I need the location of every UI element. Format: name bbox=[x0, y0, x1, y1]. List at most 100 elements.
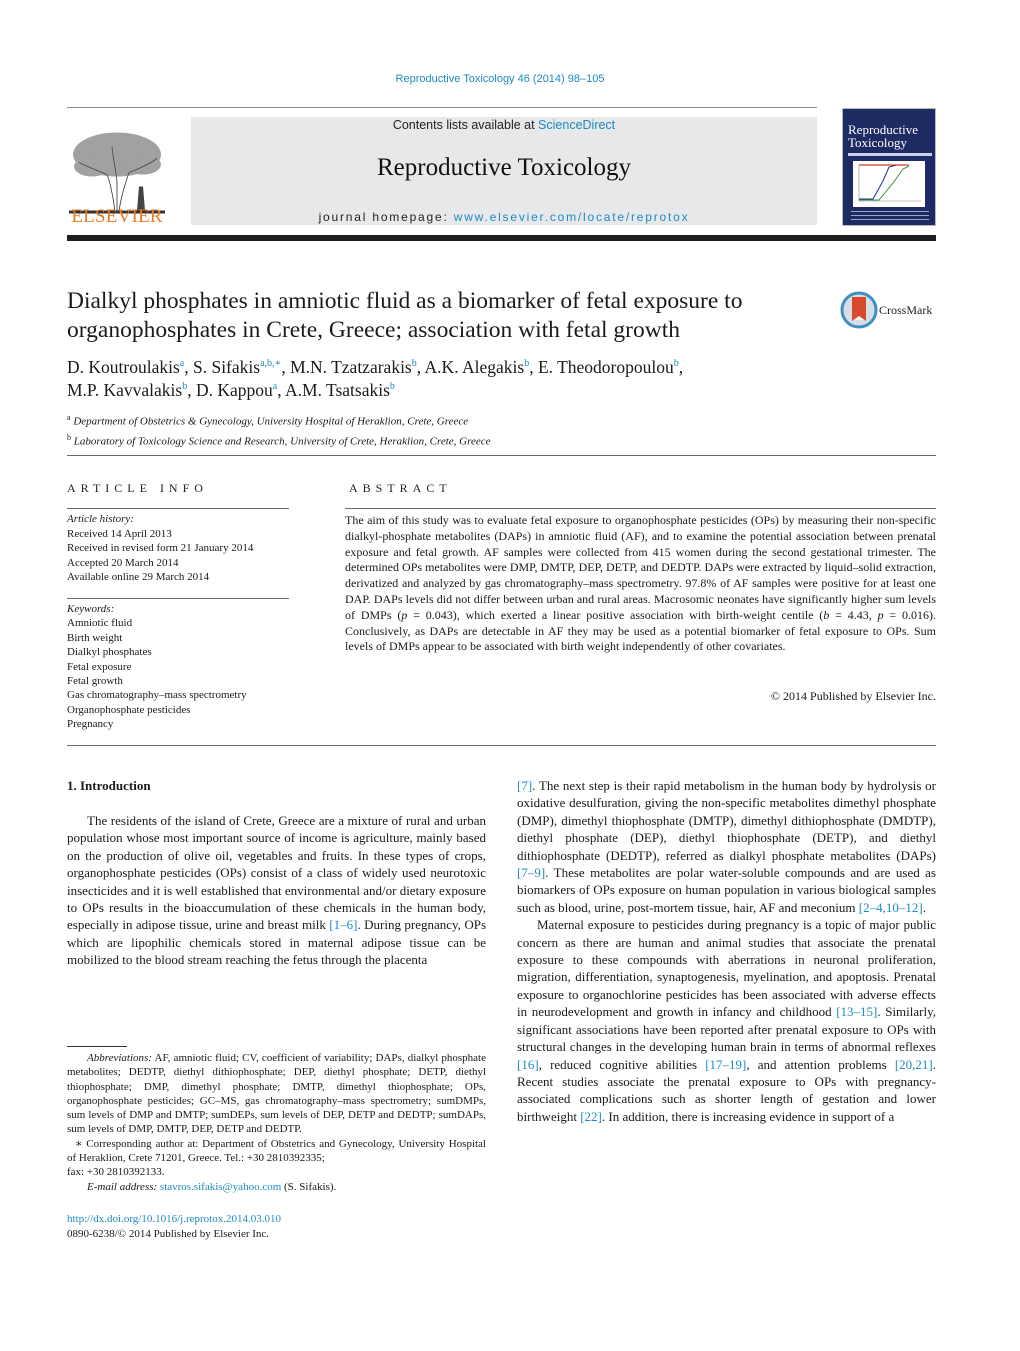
history-item: Accepted 20 March 2014 bbox=[67, 556, 179, 569]
journal-homepage-link[interactable]: www.elsevier.com/locate/reprotox bbox=[454, 210, 690, 224]
article-info-heading: ARTICLE INFO bbox=[67, 481, 208, 495]
abstract-segment: = 0.043), which exerted a linear positiv… bbox=[407, 607, 824, 622]
keyword: Fetal exposure bbox=[67, 660, 132, 673]
keyword: Fetal growth bbox=[67, 675, 123, 688]
email-link[interactable]: stavros.sifakis@yahoo.com bbox=[160, 1181, 281, 1193]
section-heading-introduction: 1. Introduction bbox=[67, 778, 151, 793]
article-info-rule bbox=[67, 508, 289, 509]
keyword: Amniotic fluid bbox=[67, 617, 133, 630]
author-affiliation-marker[interactable]: a bbox=[180, 358, 184, 369]
keywords-rule bbox=[67, 598, 289, 599]
author[interactable]: S. Sifakis bbox=[193, 357, 260, 377]
author-affiliation-marker[interactable]: b bbox=[674, 358, 679, 369]
author-affiliation-marker[interactable]: b bbox=[524, 358, 529, 369]
affiliation-key: a bbox=[67, 413, 71, 422]
section-rule bbox=[67, 745, 936, 746]
affiliation-key: b bbox=[67, 432, 71, 442]
author[interactable]: D. Koutroulakis bbox=[67, 357, 180, 377]
citation-link[interactable]: [7–9] bbox=[517, 865, 545, 880]
affiliations: a Department of Obstetrics & Gynecology,… bbox=[67, 410, 947, 449]
abstract-rule bbox=[345, 508, 936, 509]
corresponding-author-footnote: ∗ Corresponding author at: Department of… bbox=[67, 1137, 486, 1165]
author[interactable]: A.K. Alegakis bbox=[425, 357, 525, 377]
text-segment: . bbox=[922, 899, 926, 915]
paragraph: Maternal exposure to pesticides during p… bbox=[517, 916, 936, 1125]
text-segment: . In addition, there is increasing evide… bbox=[601, 1108, 895, 1124]
journal-cover-thumbnail[interactable]: Reproductive Toxicology bbox=[842, 108, 936, 226]
fax-line: fax: +30 2810392133. bbox=[67, 1166, 165, 1179]
header-rule bbox=[67, 107, 817, 108]
homepage-line: journal homepage: www.elsevier.com/locat… bbox=[191, 210, 817, 224]
sciencedirect-link[interactable]: ScienceDirect bbox=[538, 118, 615, 132]
article-history: Article history: Received 14 April 2013 … bbox=[67, 512, 297, 585]
doi-block: http://dx.doi.org/10.1016/j.reprotox.201… bbox=[67, 1212, 281, 1241]
paragraph: The residents of the island of Crete, Gr… bbox=[67, 812, 486, 969]
email-line: E-mail address: stavros.sifakis@yahoo.co… bbox=[67, 1180, 486, 1194]
contents-line: Contents lists available at ScienceDirec… bbox=[191, 118, 817, 132]
author-affiliation-marker[interactable]: a,b,∗ bbox=[260, 358, 281, 369]
citation-link[interactable]: [7] bbox=[517, 778, 532, 793]
cover-title-line2: Toxicology bbox=[848, 135, 908, 150]
keyword: Organophosphate pesticides bbox=[67, 703, 191, 716]
author[interactable]: D. Kappou bbox=[196, 380, 273, 400]
text-segment: , reduced cognitive abilities bbox=[538, 1056, 706, 1072]
citation-link[interactable]: [17–19] bbox=[705, 1057, 746, 1072]
abstract-segment: = 4.43, bbox=[829, 607, 878, 622]
author[interactable]: E. Theodoropoulou bbox=[538, 357, 674, 377]
text-segment: The residents of the island of Crete, Gr… bbox=[67, 813, 486, 933]
affiliation-text: Department of Obstetrics & Gynecology, U… bbox=[73, 415, 469, 428]
body-column-right: [7]. The next step is their rapid metabo… bbox=[517, 777, 936, 1125]
abbreviations-footnote: Abbreviations: AF, amniotic fluid; CV, c… bbox=[67, 1051, 486, 1137]
author-affiliation-marker[interactable]: b bbox=[412, 358, 417, 369]
issn-line: 0890-6238/© 2014 Published by Elsevier I… bbox=[67, 1227, 270, 1240]
affiliation-text: Laboratory of Toxicology Science and Res… bbox=[73, 435, 491, 448]
cover-subtitle-bar bbox=[848, 153, 932, 156]
homepage-prefix: journal homepage: bbox=[318, 210, 454, 224]
journal-title: Reproductive Toxicology bbox=[377, 154, 631, 181]
footnote-rule bbox=[67, 1046, 127, 1047]
citation-link[interactable]: [2–4,10–12] bbox=[859, 900, 923, 915]
history-item: Available online 29 March 2014 bbox=[67, 571, 210, 583]
journal-citation-link[interactable]: Reproductive Toxicology 46 (2014) 98–105 bbox=[0, 73, 1000, 85]
abstract-copyright: © 2014 Published by Elsevier Inc. bbox=[770, 689, 936, 703]
text-segment: . The next step is their rapid metabolis… bbox=[517, 778, 936, 863]
author[interactable]: M.N. Tzatzarakis bbox=[290, 357, 412, 377]
header-thick-rule bbox=[67, 235, 936, 241]
keyword: Birth weight bbox=[67, 631, 123, 644]
contents-prefix: Contents lists available at bbox=[392, 118, 539, 132]
abstract-segment: The aim of this study was to evaluate fe… bbox=[345, 513, 936, 622]
keyword: Gas chromatography–mass spectrometry bbox=[67, 689, 247, 702]
doi-link[interactable]: http://dx.doi.org/10.1016/j.reprotox.201… bbox=[67, 1213, 281, 1225]
history-label: Article history: bbox=[67, 513, 134, 525]
citation-link[interactable]: [20,21] bbox=[895, 1057, 933, 1072]
keywords: Keywords: Amniotic fluid Birth weight Di… bbox=[67, 602, 307, 732]
abstract-text: The aim of this study was to evaluate fe… bbox=[345, 513, 936, 655]
cover-footer-lines bbox=[851, 211, 929, 212]
affiliation-b: b Laboratory of Toxicology Science and R… bbox=[67, 430, 947, 450]
abbreviations-text: AF, amniotic fluid; CV, coefficient of v… bbox=[67, 1052, 486, 1136]
text-segment: , and attention problems bbox=[746, 1056, 895, 1072]
author-affiliation-marker[interactable]: b bbox=[182, 381, 187, 392]
keywords-label: Keywords: bbox=[67, 603, 115, 615]
author[interactable]: A.M. Tsatsakis bbox=[285, 380, 390, 400]
author-affiliation-marker[interactable]: a bbox=[273, 381, 277, 392]
body-column-left: The residents of the island of Crete, Gr… bbox=[67, 812, 486, 969]
citation-link[interactable]: [16] bbox=[517, 1057, 539, 1072]
email-suffix: (S. Sifakis). bbox=[281, 1180, 337, 1193]
citation-link[interactable]: [22] bbox=[580, 1109, 602, 1124]
keyword: Pregnancy bbox=[67, 718, 114, 731]
paragraph: [7]. The next step is their rapid metabo… bbox=[517, 777, 936, 916]
keyword: Dialkyl phosphates bbox=[67, 646, 152, 659]
section-rule bbox=[67, 455, 936, 456]
crossmark-label[interactable]: CrossMark bbox=[879, 303, 932, 318]
author[interactable]: M.P. Kavvalakis bbox=[67, 380, 182, 400]
cover-chart-icon bbox=[853, 161, 925, 207]
cover-title: Reproductive Toxicology bbox=[848, 123, 918, 149]
citation-link[interactable]: [1–6] bbox=[329, 917, 357, 932]
abbreviations-label: Abbreviations: bbox=[87, 1052, 152, 1064]
elsevier-wordmark[interactable]: ELSEVIER bbox=[67, 206, 167, 228]
affiliation-a: a Department of Obstetrics & Gynecology,… bbox=[67, 410, 947, 430]
history-item: Received in revised form 21 January 2014 bbox=[67, 542, 254, 554]
citation-link[interactable]: [13–15] bbox=[836, 1004, 877, 1019]
author-affiliation-marker[interactable]: b bbox=[390, 381, 395, 392]
